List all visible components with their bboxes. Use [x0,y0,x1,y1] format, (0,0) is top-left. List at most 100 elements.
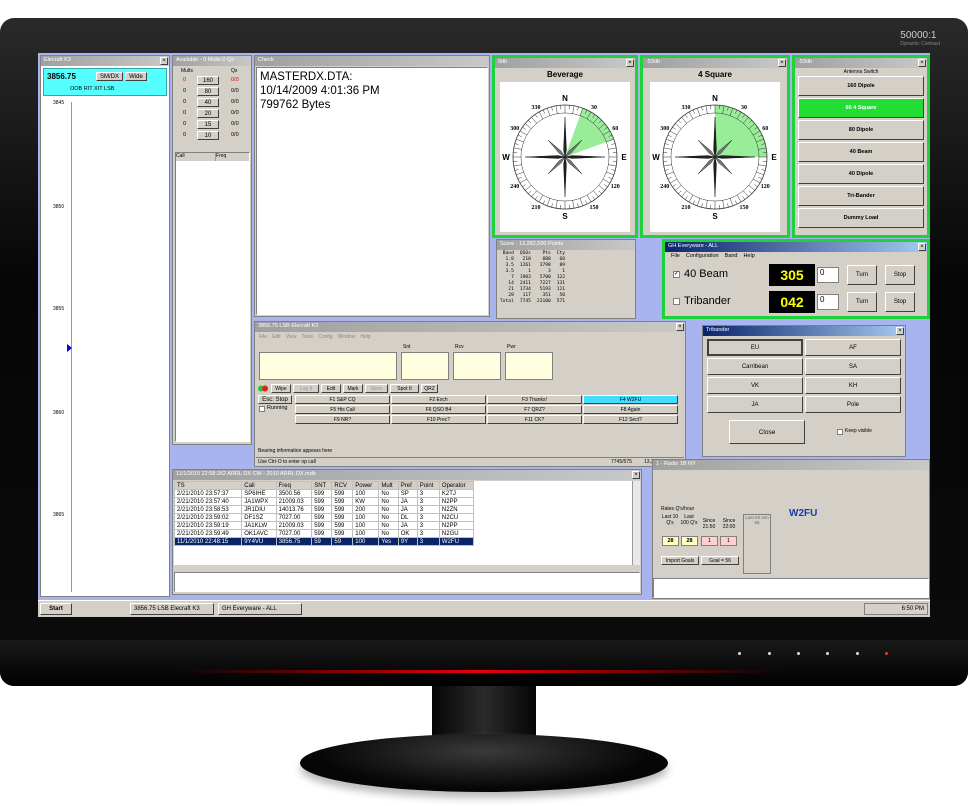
log-column-header[interactable]: SNT [311,481,333,490]
log-column-header[interactable]: Pref [397,481,418,490]
entry-menu-item[interactable]: Config [318,334,332,340]
wide-button[interactable]: Wide [125,72,147,81]
antenna-button[interactable]: 80 Dipole [798,120,924,140]
entry-menu-item[interactable]: View [286,334,297,340]
tuning-marker-icon[interactable] [67,344,72,352]
log-column-header[interactable]: Mult [378,481,399,490]
antenna-button[interactable]: 40 Dipole [798,164,924,184]
start-button[interactable]: Start [40,603,72,615]
region-button[interactable]: AF [805,339,901,356]
taskbar-item-entry[interactable]: 3856.75 LSB Elecraft K3 [130,603,214,615]
log-column-header[interactable]: Freq [275,481,313,490]
call-input[interactable] [259,352,397,380]
log-column-header[interactable]: Power [352,481,380,490]
heading-spinbox[interactable]: 0 [817,294,839,310]
antenna-button[interactable]: 80 4 Square [798,98,924,118]
region-button[interactable]: KH [805,377,901,394]
log-scrollbar[interactable] [632,481,640,565]
log-row[interactable]: 2/21/2010 23:58:53 JR1DIU 14013.76 599 599 20… [174,505,475,514]
snt-input[interactable] [401,352,449,380]
log-column-header[interactable]: Point [416,481,440,490]
rates-titlebar[interactable]: 1 - Radio 1B NY [653,460,929,470]
menu-file[interactable]: File [671,253,680,259]
mult-band-button[interactable]: 160 [197,76,219,85]
monitor-button[interactable] [738,652,741,655]
smdx-button[interactable]: SM/DX [96,72,123,81]
mults-list[interactable]: Call Freq [175,152,250,442]
function-key-button[interactable]: F4 W2FU [583,395,678,404]
close-icon[interactable]: × [676,323,684,331]
mults-titlebar[interactable]: Available - 0 Mults 0 Qs [173,56,251,66]
pwr-input[interactable] [505,352,553,380]
function-key-button[interactable]: F11 CK? [487,415,582,424]
close-icon[interactable]: × [632,471,640,479]
menu-band[interactable]: Band [725,253,738,259]
close-icon[interactable]: × [918,59,926,67]
taskbar-item-rotator[interactable]: GH Everyware - ALL [218,603,302,615]
mult-band-button[interactable]: 15 [197,120,219,129]
log-column-header[interactable]: Operator [438,481,475,490]
monitor-button[interactable] [826,652,829,655]
entry-toolbar-button[interactable]: Log It [293,384,319,393]
tribander-close-button[interactable]: Close [729,420,805,444]
log-row[interactable]: 2/21/2010 23:59:02 DF1SZ 7027.00 599 599 100 N… [174,513,475,522]
tribander-titlebar[interactable]: Tribander × [703,326,905,336]
rates-notes[interactable] [653,578,929,598]
bandmap-titlebar[interactable]: Elecraft K3 × [41,56,169,66]
running-checkbox[interactable] [259,406,265,412]
antenna-switch-titlebar[interactable]: -53db × [795,58,927,68]
mult-band-button[interactable]: 10 [197,131,219,140]
close-icon[interactable]: × [626,59,634,67]
function-key-button[interactable]: F2 Exch [391,395,486,404]
log-column-header[interactable]: TS [174,481,243,490]
import-goals-button[interactable]: Import Goals [661,556,699,565]
foursquare-titlebar[interactable]: -53db × [643,58,787,68]
monitor-button[interactable] [768,652,771,655]
entry-menu-item[interactable]: File [259,334,267,340]
region-button[interactable]: Pole [805,396,901,413]
function-key-button[interactable]: F3 Thanks! [487,395,582,404]
esc-stop-button[interactable]: Esc: Stop [258,395,292,404]
antenna-button[interactable]: 160 Dipole [798,76,924,96]
monitor-button[interactable] [856,652,859,655]
close-icon[interactable]: × [896,327,904,335]
region-button[interactable]: Carribean [707,358,803,375]
function-key-button[interactable]: F1 S&P CQ [295,395,390,404]
antenna-button[interactable]: 40 Beam [798,142,924,162]
stop-button[interactable]: Stop [885,265,915,285]
heading-spinbox[interactable]: 0 [817,267,839,283]
function-key-button[interactable]: F12 Sect? [583,415,678,424]
rotator-select-checkbox[interactable] [673,298,680,305]
entry-toolbar-button[interactable]: Edit [321,384,341,393]
log-grid[interactable]: TS Call Freq SNT RCV Power Mult Pref Point Operat… [174,481,632,565]
entry-toolbar-button[interactable]: Store [365,384,388,393]
log-column-header[interactable]: RCV [331,481,354,490]
function-key-button[interactable]: F6 QSO B4 [391,405,486,414]
monitor-button[interactable] [797,652,800,655]
close-icon[interactable]: × [160,57,168,65]
log-row[interactable]: 11/1/2010 22:48:15 9Y4VU 3856.75 59 59 100 Yes… [174,537,475,546]
region-button[interactable]: EU [707,339,803,356]
antenna-button[interactable]: Dummy Load [798,208,924,228]
entry-titlebar[interactable]: 3856.75 LSB Elecraft K3 × [255,322,685,332]
menu-help[interactable]: Help [743,253,754,259]
function-key-button[interactable]: F9 NR? [295,415,390,424]
log-notes[interactable] [174,572,640,592]
entry-menu-item[interactable]: Window [338,334,356,340]
entry-toolbar-button[interactable]: QRZ [421,384,438,393]
menu-configuration[interactable]: Configuration [686,253,719,259]
region-button[interactable]: SA [805,358,901,375]
log-column-header[interactable]: Call [241,481,277,490]
log-row[interactable]: 2/21/2010 23:59:19 JA1KLW 21009.03 599 599 10… [174,521,475,530]
rcv-input[interactable] [453,352,501,380]
log-row[interactable]: 2/21/2010 23:57:37 SP6IHE 3500.56 599 599 100… [174,489,475,498]
log-row[interactable]: 2/21/2010 23:57:40 JA1WPX 21009.03 599 599 KW… [174,497,475,506]
keep-visible-checkbox[interactable] [837,429,843,435]
mult-band-button[interactable]: 40 [197,98,219,107]
stop-button[interactable]: Stop [885,292,915,312]
turn-button[interactable]: Turn [847,292,877,312]
function-key-button[interactable]: F7 QRZ? [487,405,582,414]
entry-toolbar-button[interactable]: Spot It [390,384,419,393]
beverage-titlebar[interactable]: 0db × [495,58,635,68]
entry-menu-item[interactable]: Edit [272,334,281,340]
